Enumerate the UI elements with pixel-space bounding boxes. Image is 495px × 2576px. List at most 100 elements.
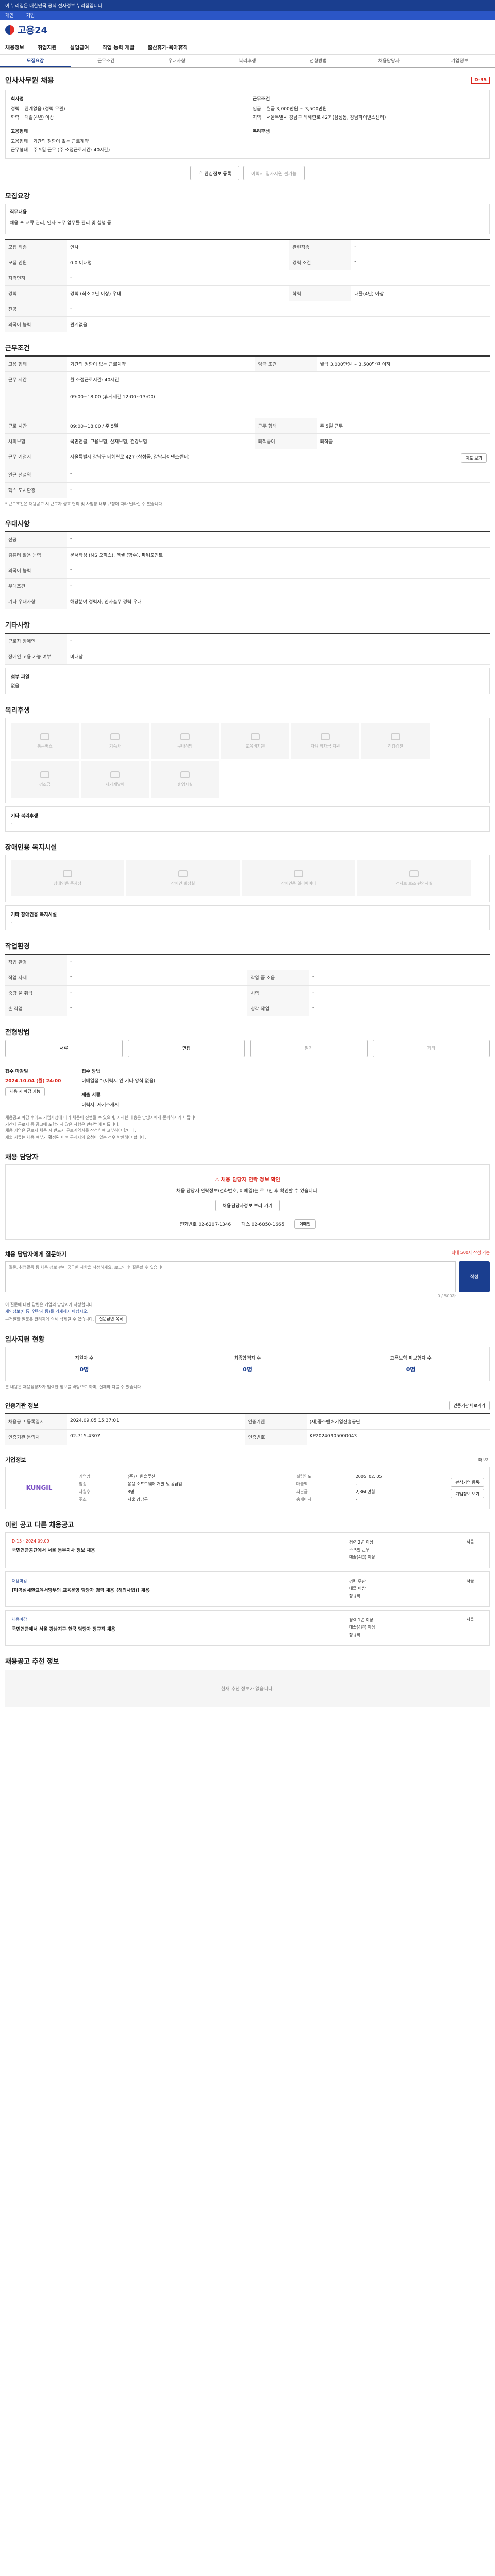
tab-work[interactable]: 근무조건 [71,55,141,67]
gnb-item-unemployment[interactable]: 실업급여 [70,43,89,51]
dormitory-icon [110,733,120,741]
welfare-item-label: 건강검진 [388,744,403,749]
facility-item-label: 장애인용 엘리베이터 [280,881,317,886]
facility-item-label: 경사로 보조 편의시설 [395,881,433,886]
inquiry-note-item: 개인정보(이름, 연락처 등)를 기재하지 마십시오. [5,1309,89,1314]
company-more-link[interactable]: 더보기 [478,1457,490,1463]
prefer-cond-label: 우대조건 [5,578,67,594]
company-interest-button[interactable]: 관심기업 등록 [451,1478,484,1487]
company-logo-text: KUNGIL [26,1484,53,1492]
contact-alert-button[interactable]: 채용담당자정보 보러 가기 [214,1199,280,1211]
site-logo[interactable]: 고용24 [5,23,47,37]
prefer-etc-label: 기타 우대사항 [5,594,67,609]
facility-other-box: 기타 장애인용 복지시설 - [5,905,490,930]
welfare-summary-label: 복리후생 [253,129,270,134]
gnb-item-support[interactable]: 취업지원 [38,43,57,51]
company-info-value: 응용 소프트웨어 개발 및 공급업 [127,1482,183,1487]
recruit-career-cond-label: 경력 조건 [289,255,352,270]
process-noise-value: - [309,970,490,986]
applicant-card-value: 0명 [79,1366,89,1373]
map-button[interactable]: 지도 보기 [461,453,487,463]
tab-company[interactable]: 기업정보 [424,55,495,67]
summary-company-label: 회사명 [11,97,24,102]
work-env-label: 핵스 도시환경 [5,482,67,498]
gnb-item-jobs[interactable]: 채용정보 [5,43,24,51]
similar-item-tag: 경력 2년 이상 [349,1540,373,1545]
facility-item: 장애인용 엘리베이터 [242,860,355,896]
applicant-card-label: 지원자 수 [75,1355,94,1361]
similar-item[interactable]: 채용마감 국민연금에서 서울 강남지구 한국 담당자 정규직 채용 경력 1년 … [5,1609,490,1646]
process-env-label: 작업 환경 [5,954,67,970]
work-env-value: - [67,482,490,498]
apply-button[interactable]: 이력서 입사지원 불가능 [243,166,305,180]
bus-icon [40,733,50,741]
applicants-title: 입사지원 현황 [5,1335,45,1344]
tab-contact[interactable]: 채용담당자 [354,55,424,67]
method-title: 전형방법 [5,1028,30,1037]
gnb-item-training[interactable]: 직업 능력 개발 [102,43,134,51]
tab-welfare[interactable]: 복리후생 [212,55,283,67]
user-type-personal[interactable]: 개인 [5,12,14,19]
work-title: 근무조건 [5,345,30,352]
cafeteria-icon [180,733,190,741]
process-table: 작업 환경 - 작업 자세 - 작업 중 소음 - 중량 물 취급 - 시력 - 손 작업 - 청… [5,953,490,1016]
applicants-cards: 지원자 수 0명 최종합격자 수 0명 고용보험 피보험자 수 0명 [5,1346,490,1381]
recruit-career-label: 경력 [5,285,67,301]
user-type-company[interactable]: 기업 [26,12,35,19]
facility-other-value: - [11,919,13,925]
tab-method[interactable]: 전형방법 [283,55,354,67]
global-nav: 채용정보 취업지원 실업급여 직업 능력 개발 출산휴가·육아휴직 [0,40,495,55]
recruit-jobtype-label: 모집 직종 [5,239,67,255]
similar-item-tag: 경력 1년 이상 [349,1617,373,1622]
inquiry-textarea[interactable] [5,1261,456,1292]
company-info-value: 8명 [127,1489,135,1495]
recruit-career-value: 경력 (최소 2년 이상) 우대 [67,285,290,301]
type-label: 고용형태 [11,139,28,144]
recruit-count-value: 0.0 이내명 [67,255,290,270]
gnb-item-leave[interactable]: 출산휴가·육아휴직 [148,43,188,51]
similar-item-date: D-15 · 2024.09.09 [12,1539,50,1544]
contact-info-row: 전화번호 02-6207-1346 팩스 02-6050-1665 이메일 [16,1219,479,1229]
similar-item[interactable]: 채용마감 [마곡섬세한교육서당부의 교육운영 담당자 경력 채용 (해외사업)]… [5,1571,490,1607]
deadline-button[interactable]: 채용 시 마감 가능 [5,1087,45,1096]
similar-item-main: 채용마감 국민연금에서 서울 강남지구 한국 담당자 정규직 채용 [12,1617,344,1639]
logo-text: 고용24 [18,25,48,36]
health-check-icon [391,733,400,741]
welfare-item: 기숙사 [81,723,149,759]
prefer-computer-label: 컴퓨터 활용 능력 [5,547,67,563]
company-detail-button[interactable]: 기업정보 보기 [451,1489,484,1499]
interest-button[interactable]: ♡ 관심정보 등록 [190,166,240,180]
welfare-item-label: 자기계발비 [105,782,125,787]
welfare-item-label: 자녀 학자금 지원 [310,744,340,749]
method-details: 접수 마감일 2024.10.04 (월) 24:00 채용 시 마감 가능 접… [5,1067,490,1108]
inquiry-form: 작성 [5,1261,490,1292]
recruit-career-cond-value: - [351,255,490,270]
hours-value: 주 5일 근무 (주 소정근로시간: 40시간) [33,148,110,153]
auth-link-button[interactable]: 인증기관 바로가기 [449,1401,490,1411]
inquiry-submit-button[interactable]: 작성 [459,1261,490,1292]
work-hours-label: 근무 시간 [5,371,67,418]
auth-reg-value: 2024.09.05 15:37:01 [67,1414,245,1430]
method-notices: 채용공고 마감 후에도 기업사정에 따라 채용이 진행될 수 있으며, 자세한 … [5,1115,490,1141]
tab-prefer[interactable]: 우대사항 [141,55,212,67]
gov-notice-text: 이 누리집은 대한민국 공식 전자정부 누리집입니다. [5,4,104,9]
career-label: 경력 [11,107,20,112]
attachment-value: 없음 [11,683,20,689]
inquiry-list-button[interactable]: 질문답변 목록 [95,1315,127,1324]
applicant-card-label: 최종합격자 수 [234,1355,261,1361]
inquiry-note-item: 부적절한 질문은 관리자에 의해 삭제될 수 있습니다. [5,1317,94,1322]
company-info-label: 사원수 [79,1489,91,1495]
duty-value: 채용 포 교류 관리, 인사 노무 업무를 관리 및 실행 등 [10,221,112,226]
etc-title: 기타사항 [5,621,30,630]
recruit-table: 모집 직종 인사 관련직종 - 모집 인원 0.0 이내명 경력 조건 - 자격면허 - 경력… [5,239,490,332]
step-written: 필기 [250,1039,368,1057]
similar-item[interactable]: D-15 · 2024.09.09 국민연금공단에서 서울 동부지사 정보 채용… [5,1532,490,1568]
tab-recruit[interactable]: 모집요강 [0,55,71,67]
work-severance-value: 퇴직금 [317,433,490,449]
contact-email-button[interactable]: 이메일 [294,1219,316,1229]
work-location-label: 근무 예정지 [5,449,67,467]
applicant-card: 최종합격자 수 0명 [168,1346,327,1381]
cond-label: 근무조건 [253,97,270,102]
work-pay-label: 임금 조건 [255,356,317,372]
auth-org-label: 인증기관 [244,1414,307,1430]
